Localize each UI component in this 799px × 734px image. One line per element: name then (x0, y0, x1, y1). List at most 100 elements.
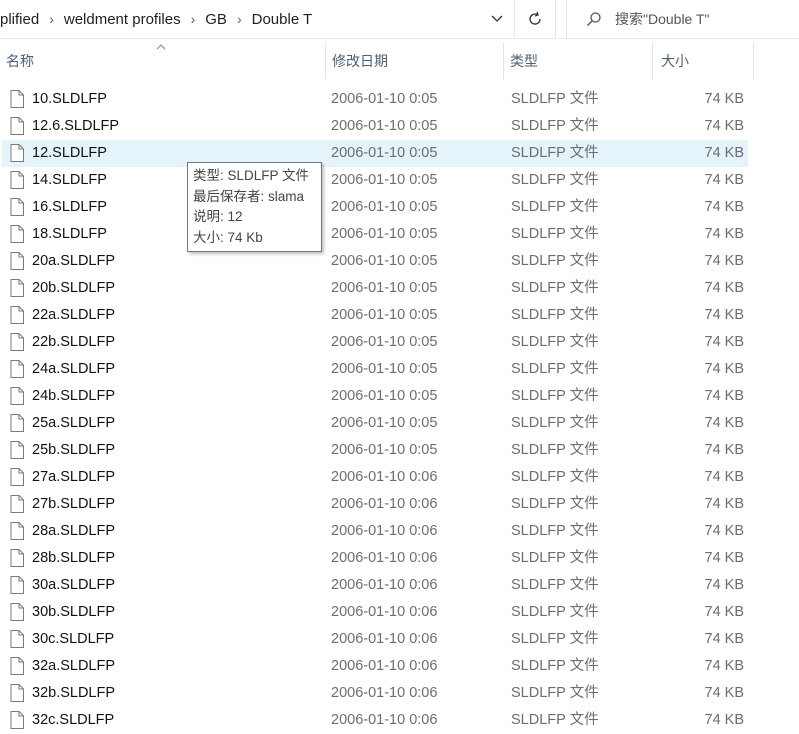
file-type: SLDLFP 文件 (511, 253, 599, 269)
file-size: 74 KB (704, 280, 745, 296)
file-row[interactable]: 25b.SLDLFP 2006-01-10 0:05 SLDLFP 文件 74 KB (0, 437, 799, 464)
blank-file-icon (10, 387, 24, 405)
file-name[interactable]: 12.6.SLDLFP (32, 113, 119, 140)
file-row[interactable]: 27b.SLDLFP 2006-01-10 0:06 SLDLFP 文件 74 KB (0, 491, 799, 518)
file-type: SLDLFP 文件 (511, 604, 599, 620)
file-name[interactable]: 24a.SLDLFP (32, 356, 115, 383)
file-name[interactable]: 27a.SLDLFP (32, 464, 115, 491)
blank-file-icon (10, 333, 24, 351)
file-row[interactable]: 10.SLDLFP 2006-01-10 0:05 SLDLFP 文件 74 KB (0, 86, 799, 113)
column-header-label: 修改日期 (332, 53, 388, 69)
file-type: SLDLFP 文件 (511, 307, 599, 323)
address-bar: plified › weldment profiles › GB › Doubl… (0, 0, 799, 39)
address-history-dropdown[interactable] (481, 0, 513, 38)
blank-file-icon (10, 630, 24, 648)
file-name[interactable]: 32b.SLDLFP (32, 680, 115, 707)
file-type: SLDLFP 文件 (511, 334, 599, 350)
file-type: SLDLFP 文件 (511, 658, 599, 674)
file-type: SLDLFP 文件 (511, 577, 599, 593)
file-date: 2006-01-10 0:05 (331, 307, 438, 323)
file-name[interactable]: 30c.SLDLFP (32, 626, 114, 653)
file-name[interactable]: 20b.SLDLFP (32, 275, 115, 302)
file-row[interactable]: 27a.SLDLFP 2006-01-10 0:06 SLDLFP 文件 74 KB (0, 464, 799, 491)
file-name[interactable]: 10.SLDLFP (32, 86, 107, 113)
file-size: 74 KB (704, 685, 745, 701)
breadcrumb-item[interactable]: Double T (246, 11, 319, 28)
file-date: 2006-01-10 0:06 (331, 631, 438, 647)
file-row[interactable]: 24b.SLDLFP 2006-01-10 0:05 SLDLFP 文件 74 KB (0, 383, 799, 410)
blank-file-icon (10, 522, 24, 540)
file-row[interactable]: 22b.SLDLFP 2006-01-10 0:05 SLDLFP 文件 74 KB (0, 329, 799, 356)
breadcrumb-item[interactable]: GB (199, 11, 233, 28)
file-name[interactable]: 28a.SLDLFP (32, 518, 115, 545)
file-name[interactable]: 25a.SLDLFP (32, 410, 115, 437)
file-row[interactable]: 32a.SLDLFP 2006-01-10 0:06 SLDLFP 文件 74 KB (0, 653, 799, 680)
file-type: SLDLFP 文件 (511, 631, 599, 647)
file-row[interactable]: 32b.SLDLFP 2006-01-10 0:06 SLDLFP 文件 74 KB (0, 680, 799, 707)
file-row[interactable]: 20a.SLDLFP 2006-01-10 0:05 SLDLFP 文件 74 KB (0, 248, 799, 275)
file-row[interactable]: 25a.SLDLFP 2006-01-10 0:05 SLDLFP 文件 74 KB (0, 410, 799, 437)
file-date: 2006-01-10 0:05 (331, 415, 438, 431)
chevron-right-icon[interactable]: › (45, 11, 58, 27)
column-header-type[interactable]: 类型 (504, 42, 653, 80)
file-row[interactable]: 30b.SLDLFP 2006-01-10 0:06 SLDLFP 文件 74 KB (0, 599, 799, 626)
file-name[interactable]: 28b.SLDLFP (32, 545, 115, 572)
column-header-name[interactable]: 名称 (0, 42, 326, 80)
file-row[interactable]: 18.SLDLFP 2006-01-10 0:05 SLDLFP 文件 74 KB (0, 221, 799, 248)
file-row[interactable]: 28a.SLDLFP 2006-01-10 0:06 SLDLFP 文件 74 KB (0, 518, 799, 545)
file-row[interactable]: 22a.SLDLFP 2006-01-10 0:05 SLDLFP 文件 74 KB (0, 302, 799, 329)
file-name[interactable]: 14.SLDLFP (32, 167, 107, 194)
column-header-size[interactable]: 大小 (653, 42, 754, 80)
file-name[interactable]: 30a.SLDLFP (32, 572, 115, 599)
file-row[interactable]: 16.SLDLFP 2006-01-10 0:05 SLDLFP 文件 74 KB (0, 194, 799, 221)
search-input[interactable] (613, 10, 797, 28)
column-header-row: 名称 修改日期 类型 大小 (0, 42, 799, 80)
blank-file-icon (10, 306, 24, 324)
file-size: 74 KB (704, 361, 745, 377)
file-name[interactable]: 30b.SLDLFP (32, 599, 115, 626)
file-row[interactable]: 30a.SLDLFP 2006-01-10 0:06 SLDLFP 文件 74 KB (0, 572, 799, 599)
file-name[interactable]: 27b.SLDLFP (32, 491, 115, 518)
file-name[interactable]: 24b.SLDLFP (32, 383, 115, 410)
file-name[interactable]: 12.SLDLFP (32, 140, 107, 167)
file-date: 2006-01-10 0:06 (331, 577, 438, 593)
file-name[interactable]: 22a.SLDLFP (32, 302, 115, 329)
file-name[interactable]: 32a.SLDLFP (32, 653, 115, 680)
file-size: 74 KB (704, 388, 745, 404)
breadcrumb[interactable]: plified › weldment profiles › GB › Doubl… (0, 0, 512, 38)
file-size: 74 KB (704, 523, 745, 539)
breadcrumb-item[interactable]: weldment profiles (58, 11, 187, 28)
file-row[interactable]: 12.SLDLFP 2006-01-10 0:05 SLDLFP 文件 74 KB (0, 140, 799, 167)
file-date: 2006-01-10 0:05 (331, 226, 438, 242)
file-row[interactable]: 32c.SLDLFP 2006-01-10 0:06 SLDLFP 文件 74 KB (0, 707, 799, 734)
file-date: 2006-01-10 0:05 (331, 334, 438, 350)
file-date: 2006-01-10 0:05 (331, 253, 438, 269)
blank-file-icon (10, 549, 24, 567)
chevron-right-icon[interactable]: › (233, 11, 246, 27)
file-row[interactable]: 24a.SLDLFP 2006-01-10 0:05 SLDLFP 文件 74 KB (0, 356, 799, 383)
column-header-date[interactable]: 修改日期 (326, 42, 504, 80)
file-row[interactable]: 28b.SLDLFP 2006-01-10 0:06 SLDLFP 文件 74 KB (0, 545, 799, 572)
blank-file-icon (10, 117, 24, 135)
file-row[interactable]: 12.6.SLDLFP 2006-01-10 0:05 SLDLFP 文件 74 KB (0, 113, 799, 140)
chevron-right-icon[interactable]: › (187, 11, 200, 27)
file-name[interactable]: 20a.SLDLFP (32, 248, 115, 275)
search-box[interactable] (566, 0, 799, 38)
blank-file-icon (10, 603, 24, 621)
breadcrumb-item[interactable]: plified (0, 11, 45, 28)
file-name[interactable]: 32c.SLDLFP (32, 707, 114, 734)
file-size: 74 KB (704, 91, 745, 107)
file-row[interactable]: 30c.SLDLFP 2006-01-10 0:06 SLDLFP 文件 74 KB (0, 626, 799, 653)
file-name[interactable]: 16.SLDLFP (32, 194, 107, 221)
refresh-button[interactable] (514, 0, 556, 38)
file-row[interactable]: 14.SLDLFP 2006-01-10 0:05 SLDLFP 文件 74 KB (0, 167, 799, 194)
file-name[interactable]: 22b.SLDLFP (32, 329, 115, 356)
file-name[interactable]: 25b.SLDLFP (32, 437, 115, 464)
file-size: 74 KB (704, 442, 745, 458)
column-header-label: 名称 (6, 53, 34, 69)
blank-file-icon (10, 225, 24, 243)
file-row[interactable]: 20b.SLDLFP 2006-01-10 0:05 SLDLFP 文件 74 KB (0, 275, 799, 302)
file-date: 2006-01-10 0:06 (331, 496, 438, 512)
file-name[interactable]: 18.SLDLFP (32, 221, 107, 248)
column-header-label: 大小 (661, 53, 689, 69)
